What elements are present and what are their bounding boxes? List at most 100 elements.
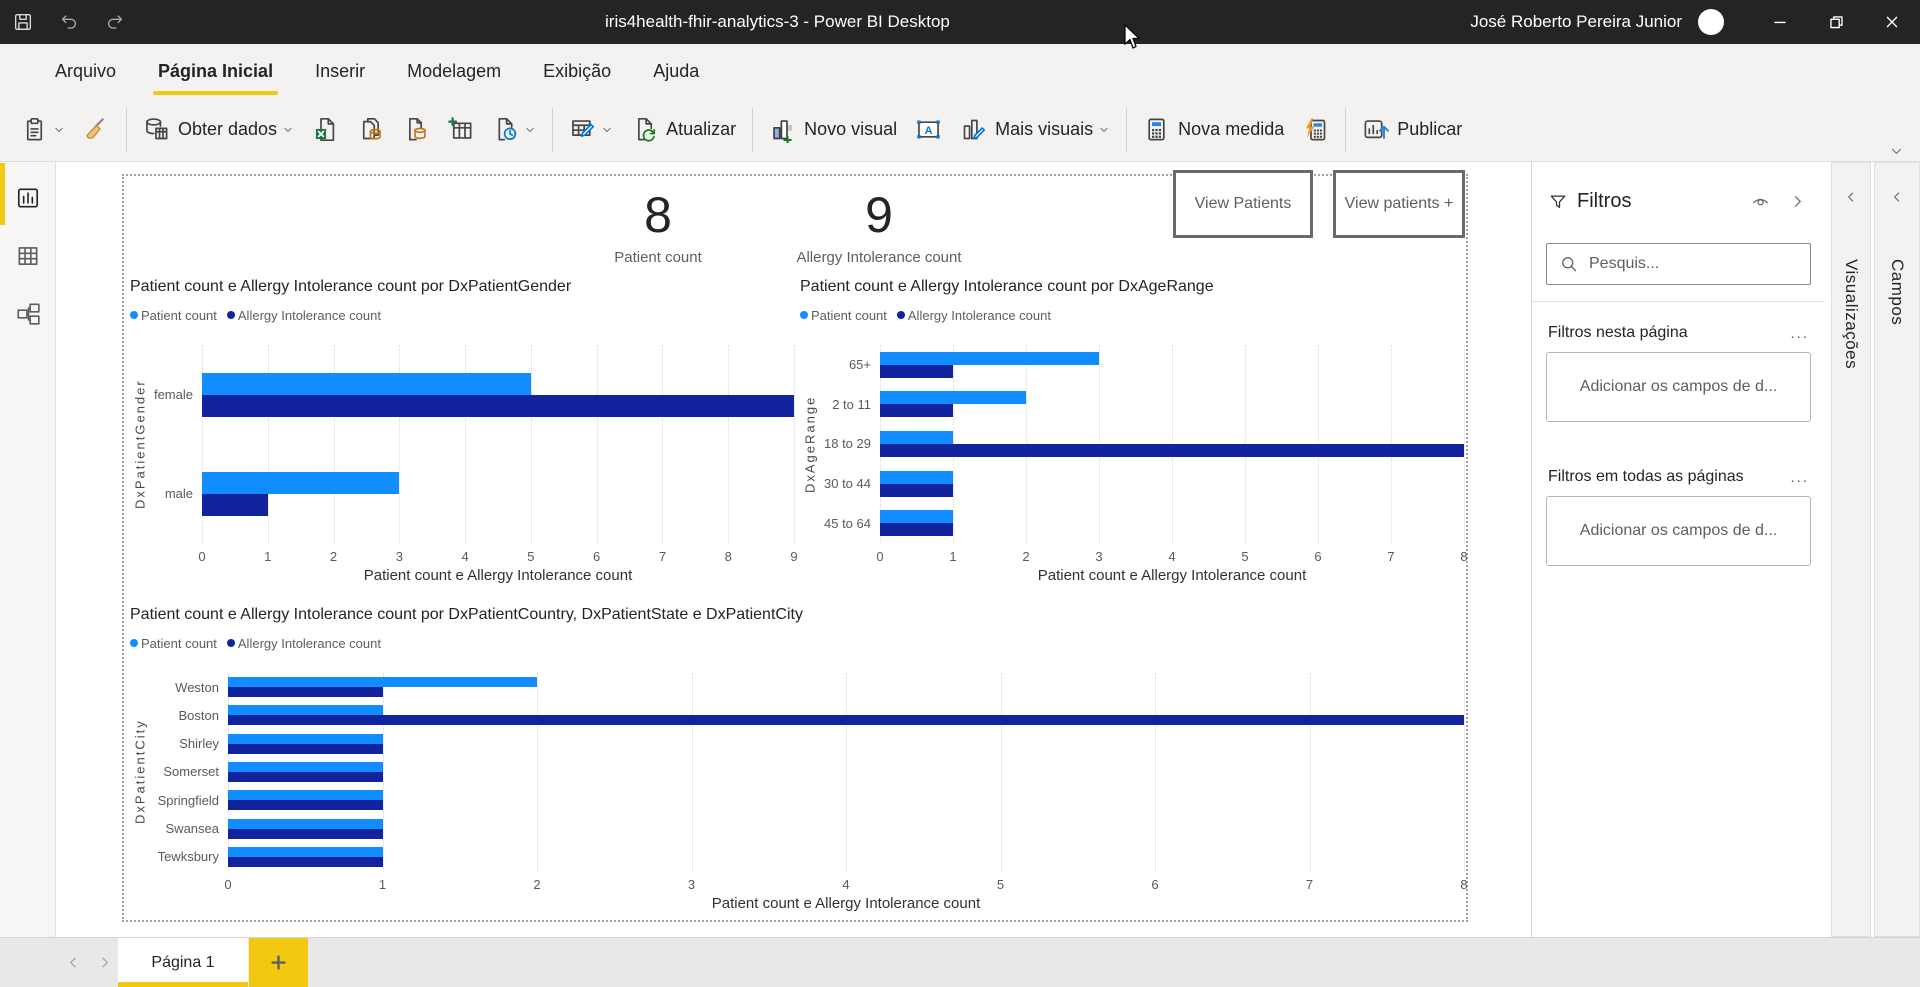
more-options-icon[interactable]: ... — [1790, 325, 1809, 342]
bar-chart-dxagerange[interactable]: Patient count e Allergy Intolerance coun… — [800, 276, 1464, 584]
bar-patient-count[interactable] — [228, 734, 383, 744]
bar-allergy-intolerance-count[interactable] — [880, 404, 953, 417]
filters-search-input[interactable] — [1547, 244, 1810, 284]
more-visuals-button[interactable]: Mais visuais — [951, 104, 1119, 156]
x-tick-label: 1 — [264, 549, 271, 564]
avatar[interactable] — [1698, 9, 1724, 35]
legend-item: Allergy Intolerance count — [227, 636, 381, 651]
save-button[interactable] — [0, 0, 46, 44]
bar-patient-count[interactable] — [880, 391, 1026, 404]
redo-button[interactable] — [92, 0, 138, 44]
filters-page-dropzone[interactable]: Adicionar os campos de d... — [1546, 352, 1811, 422]
tab-ajuda[interactable]: Ajuda — [632, 44, 720, 98]
bar-allergy-intolerance-count[interactable] — [228, 687, 383, 697]
sql-server-button[interactable] — [348, 104, 393, 156]
tab-arquivo[interactable]: Arquivo — [34, 44, 137, 98]
close-button[interactable] — [1864, 0, 1920, 44]
tab-pagina-inicial[interactable]: Página Inicial — [137, 44, 294, 98]
text-box-button[interactable]: A — [906, 104, 951, 156]
page-tab[interactable]: Página 1 — [118, 938, 248, 987]
x-tick-label: 4 — [1168, 549, 1175, 564]
dataverse-button[interactable] — [393, 104, 438, 156]
bar-allergy-intolerance-count[interactable] — [202, 494, 268, 516]
report-page[interactable]: 8 Patient count 9 Allergy Intolerance co… — [122, 174, 1468, 922]
pane-label: Campos — [1887, 259, 1907, 325]
view-patients-button[interactable]: View Patients — [1173, 170, 1313, 238]
legend-item: Allergy Intolerance count — [897, 308, 1051, 323]
new-visual-button[interactable]: Novo visual — [760, 104, 906, 156]
excel-workbook-button[interactable] — [303, 104, 348, 156]
bar-allergy-intolerance-count[interactable] — [228, 715, 1464, 725]
x-axis: 012345678 — [880, 543, 1464, 567]
x-tick-label: 5 — [1241, 549, 1248, 564]
bar-allergy-intolerance-count[interactable] — [228, 800, 383, 810]
undo-button[interactable] — [46, 0, 92, 44]
bar-patient-count[interactable] — [228, 705, 383, 715]
bar-allergy-intolerance-count[interactable] — [202, 395, 794, 417]
previous-page-button[interactable] — [64, 953, 83, 972]
filters-title: Filtros — [1577, 190, 1733, 213]
bar-patient-count[interactable] — [228, 819, 383, 829]
bar-patient-count[interactable] — [228, 790, 383, 800]
format-painter-button[interactable] — [74, 104, 119, 156]
bar-patient-count[interactable] — [228, 677, 537, 687]
bar-chart-dxpatientcity[interactable]: Patient count e Allergy Intolerance coun… — [130, 604, 1464, 912]
model-view-button[interactable] — [15, 301, 41, 327]
bar-patient-count[interactable] — [228, 762, 383, 772]
x-tick-label: 3 — [688, 877, 695, 892]
bar-patient-count[interactable] — [880, 471, 953, 484]
section-label: Filtros nesta página — [1548, 324, 1688, 342]
restore-button[interactable] — [1808, 0, 1864, 44]
bar-patient-count[interactable] — [228, 847, 383, 857]
tab-modelagem[interactable]: Modelagem — [386, 44, 522, 98]
bar-group-swansea — [228, 814, 1464, 842]
collapse-ribbon-button[interactable] — [1889, 144, 1904, 159]
expand-pane-icon[interactable] — [1843, 189, 1859, 205]
collapse-filters-icon[interactable] — [1788, 192, 1807, 211]
bar-patient-count[interactable] — [880, 352, 1099, 365]
minimize-button[interactable] — [1752, 0, 1808, 44]
bar-group-2-to-11 — [880, 385, 1464, 425]
publish-button[interactable]: Publicar — [1353, 104, 1471, 156]
enter-data-button[interactable] — [438, 104, 483, 156]
filters-all-pages-dropzone[interactable]: Adicionar os campos de d... — [1546, 496, 1811, 566]
patient-count-card[interactable]: 8 Patient count — [558, 186, 758, 266]
chevron-down-icon — [1098, 124, 1110, 136]
bar-allergy-intolerance-count[interactable] — [880, 444, 1464, 457]
expand-pane-icon[interactable] — [1889, 189, 1905, 205]
next-page-button[interactable] — [95, 953, 114, 972]
allergy-count-card[interactable]: 9 Allergy Intolerance count — [759, 186, 999, 266]
data-view-button[interactable] — [15, 243, 41, 269]
add-page-button[interactable] — [249, 938, 308, 987]
quick-measure-button[interactable] — [1293, 104, 1338, 156]
bar-allergy-intolerance-count[interactable] — [880, 484, 953, 497]
tab-exibicao[interactable]: Exibição — [522, 44, 632, 98]
tab-inserir[interactable]: Inserir — [294, 44, 386, 98]
x-tick-label: 8 — [1460, 877, 1467, 892]
bar-chart-dxpatientgender[interactable]: Patient count e Allergy Intolerance coun… — [130, 276, 794, 584]
bar-allergy-intolerance-count[interactable] — [228, 744, 383, 754]
visualizations-pane-collapsed[interactable]: Visualizações — [1831, 162, 1871, 937]
bar-patient-count[interactable] — [880, 431, 953, 444]
view-patients-plus-button[interactable]: View patients + — [1333, 170, 1465, 238]
bar-allergy-intolerance-count[interactable] — [228, 857, 383, 867]
eye-icon[interactable] — [1751, 192, 1770, 211]
transform-data-button[interactable] — [560, 104, 622, 156]
dataverse-icon — [402, 116, 429, 143]
bar-patient-count[interactable] — [202, 472, 399, 494]
bar-patient-count[interactable] — [202, 373, 531, 395]
get-data-button[interactable]: Obter dados — [134, 104, 303, 156]
refresh-button[interactable]: Atualizar — [622, 104, 745, 156]
more-options-icon[interactable]: ... — [1790, 469, 1809, 486]
bar-patient-count[interactable] — [880, 510, 953, 523]
bar-allergy-intolerance-count[interactable] — [880, 523, 953, 536]
paste-button[interactable] — [12, 104, 74, 156]
bar-allergy-intolerance-count[interactable] — [880, 365, 953, 378]
new-measure-button[interactable]: Nova medida — [1134, 104, 1293, 156]
recent-sources-button[interactable] — [483, 104, 545, 156]
bar-allergy-intolerance-count[interactable] — [228, 829, 383, 839]
bar-allergy-intolerance-count[interactable] — [228, 772, 383, 782]
fields-pane-collapsed[interactable]: Campos — [1874, 162, 1920, 937]
report-view-button[interactable] — [15, 185, 41, 211]
user-name[interactable]: José Roberto Pereira Junior — [1470, 12, 1682, 32]
